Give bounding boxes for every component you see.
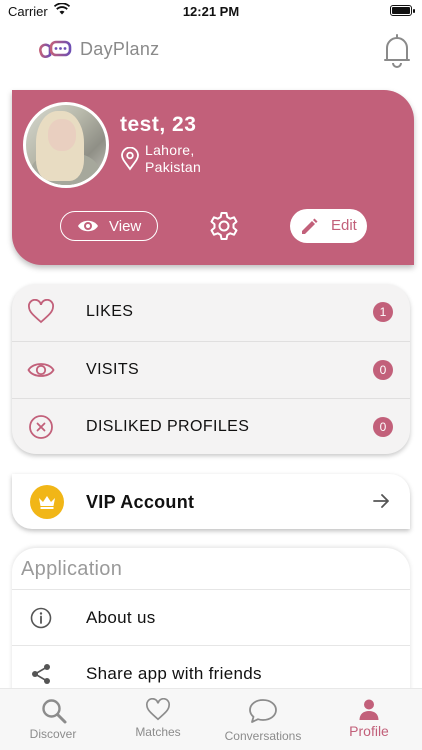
app-title: DayPlanz bbox=[80, 39, 160, 59]
edit-profile-button[interactable]: Edit bbox=[290, 209, 367, 243]
view-button-label: View bbox=[109, 218, 142, 235]
tab-label: Discover bbox=[29, 727, 77, 741]
eye-icon bbox=[78, 220, 98, 232]
tab-profile[interactable]: Profile bbox=[334, 689, 404, 750]
count-badge: 1 bbox=[373, 302, 393, 322]
stats-card: LIKES 1 VISITS 0 DISLIKED PROFILES 0 bbox=[12, 284, 410, 454]
profile-card: test, 23 Lahore, Pakistan View Edit bbox=[12, 90, 414, 265]
location-city: Lahore, bbox=[145, 142, 195, 158]
profile-name-age: test, 23 bbox=[120, 113, 197, 136]
heart-icon bbox=[28, 299, 54, 324]
close-circle-icon bbox=[29, 415, 53, 439]
crown-icon bbox=[39, 496, 55, 509]
share-app-label: Share app with friends bbox=[86, 664, 262, 683]
tab-label: Matches bbox=[135, 725, 181, 739]
search-icon bbox=[42, 699, 67, 724]
about-us-label: About us bbox=[86, 608, 156, 627]
dayplanz-logo-icon bbox=[39, 40, 72, 59]
location-pin-icon bbox=[121, 147, 139, 171]
person-icon bbox=[359, 699, 379, 720]
clock: 12:21 PM bbox=[182, 4, 240, 19]
pencil-icon bbox=[302, 218, 318, 234]
eye-icon bbox=[27, 363, 55, 377]
tab-discover[interactable]: Discover bbox=[18, 689, 88, 750]
vip-account-row[interactable]: VIP Account bbox=[12, 474, 410, 529]
heart-icon bbox=[146, 698, 170, 721]
stat-row-disliked-profiles[interactable]: DISLIKED PROFILES 0 bbox=[12, 398, 410, 454]
arrow-right-icon bbox=[373, 494, 389, 508]
vip-badge bbox=[30, 485, 64, 519]
bottom-tab-bar: Discover Matches Conversations Profile bbox=[0, 688, 422, 750]
avatar-face-shape bbox=[48, 119, 76, 151]
section-title: Application bbox=[21, 558, 123, 580]
stat-label: DISLIKED PROFILES bbox=[86, 418, 250, 435]
settings-gear-icon[interactable] bbox=[207, 209, 241, 243]
status-bar: Carrier 12:21 PM bbox=[0, 0, 422, 22]
edit-button-label: Edit bbox=[331, 217, 357, 234]
vip-label: VIP Account bbox=[86, 492, 195, 512]
app-header: DayPlanz bbox=[0, 30, 422, 70]
count-badge: 0 bbox=[373, 360, 393, 380]
stat-label: VISITS bbox=[86, 361, 140, 378]
tab-matches[interactable]: Matches bbox=[123, 689, 193, 750]
chat-icon bbox=[249, 699, 277, 723]
about-us-row[interactable]: About us bbox=[12, 589, 410, 645]
bell-icon[interactable] bbox=[382, 32, 412, 68]
stat-row-likes[interactable]: LIKES 1 bbox=[12, 284, 410, 341]
profile-location: Lahore, Pakistan bbox=[145, 142, 201, 176]
view-profile-button[interactable]: View bbox=[60, 211, 158, 241]
count-badge: 0 bbox=[373, 417, 393, 437]
location-country: Pakistan bbox=[145, 159, 202, 175]
avatar[interactable] bbox=[23, 102, 109, 188]
share-icon bbox=[32, 664, 50, 684]
stat-label: LIKES bbox=[86, 303, 134, 320]
tab-label: Profile bbox=[349, 723, 389, 739]
tab-label: Conversations bbox=[224, 729, 302, 743]
tab-conversations[interactable]: Conversations bbox=[218, 689, 308, 750]
battery-icon bbox=[390, 5, 415, 16]
info-icon bbox=[30, 607, 52, 629]
stat-row-visits[interactable]: VISITS 0 bbox=[12, 341, 410, 398]
application-section: Application About us Share app with frie… bbox=[12, 548, 410, 708]
